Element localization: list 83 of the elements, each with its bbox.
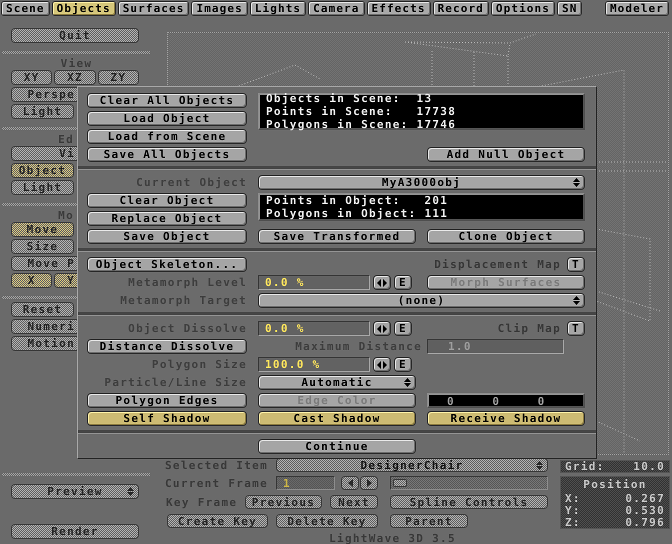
tab[interactable]: Surfaces	[118, 1, 190, 16]
previous-key-button[interactable]: Previous	[245, 495, 322, 509]
texture-button[interactable]: T	[567, 257, 585, 272]
polygon-edges-button[interactable]: Polygon Edges	[87, 393, 247, 408]
value-field[interactable]: 100.0 %	[258, 357, 370, 372]
updown-arrow-icon	[127, 487, 134, 496]
scene-button[interactable]: Load from Scene	[87, 129, 247, 144]
scene-button[interactable]: Save All Objects	[87, 147, 247, 162]
tab[interactable]: Images	[191, 1, 248, 16]
shadow-toggle[interactable]: Receive Shadow	[427, 411, 585, 426]
tab[interactable]: Objects	[52, 1, 116, 16]
right-triangle-icon	[366, 479, 372, 487]
updown-arrow-icon	[536, 461, 543, 470]
sidebar-button[interactable]: Reset	[11, 302, 74, 317]
axis-value: 0.530	[625, 505, 665, 517]
stats-line: Points in Scene: 17738	[266, 105, 458, 118]
save-button[interactable]: Save Transformed	[258, 229, 416, 244]
sidebar-button[interactable]: Quit	[11, 28, 139, 43]
tab[interactable]: Record	[432, 1, 489, 16]
grid-label: Grid:	[565, 461, 605, 472]
tab[interactable]: Effects	[366, 1, 431, 16]
tab[interactable]: Camera	[308, 1, 364, 16]
stepper-button[interactable]	[373, 275, 391, 290]
object-skeleton-button[interactable]: Object Skeleton...	[87, 257, 247, 272]
tab[interactable]: Scene	[1, 1, 50, 16]
add-null-object-button[interactable]: Add Null Object	[427, 147, 585, 162]
shadow-toggle[interactable]: Self Shadow	[87, 411, 247, 426]
metamorph-target-dropdown[interactable]: (none)	[258, 293, 585, 308]
envelope-button[interactable]: E	[394, 357, 412, 372]
scene-button[interactable]: Load Object	[87, 111, 247, 126]
sidebar-button[interactable]: XZ	[54, 70, 96, 85]
stats-line: Polygons in Scene: 17746	[266, 118, 458, 131]
value-field[interactable]: 0.0 %	[258, 321, 370, 336]
grid-value: 10.0	[633, 461, 665, 472]
axis-label: Z:	[565, 517, 581, 529]
object-button[interactable]: Clear Object	[87, 193, 247, 208]
shadow-toggle[interactable]: Cast Shadow	[258, 411, 416, 426]
parent-button[interactable]: Parent	[390, 514, 468, 528]
sidebar-button[interactable]: ZY	[98, 70, 139, 85]
left-right-arrows-icon	[377, 324, 387, 332]
left-triangle-icon	[348, 479, 352, 487]
sidebar-button[interactable]: Light	[11, 180, 74, 195]
previous-frame-button[interactable]	[341, 476, 359, 490]
particle-size-dropdown[interactable]: Automatic	[258, 375, 416, 390]
color-component: 0	[538, 395, 547, 408]
frame-slider[interactable]	[390, 476, 548, 490]
stats-line: Polygons in Object: 111	[266, 207, 450, 220]
distance-dissolve-button[interactable]: Distance Dissolve	[87, 339, 247, 354]
stepper-button[interactable]	[373, 357, 391, 372]
updown-arrow-icon	[573, 178, 580, 187]
texture-button[interactable]: T	[567, 321, 585, 336]
updown-arrow-icon	[573, 296, 580, 305]
axis-label: Y:	[565, 505, 581, 517]
modeler-button[interactable]: Modeler	[604, 1, 669, 16]
axis-value: 0.267	[625, 493, 665, 505]
create-key-button[interactable]: Create Key	[167, 514, 268, 528]
updown-arrow-icon	[404, 378, 411, 387]
axis-label: X:	[565, 493, 581, 505]
axis-value: 0.796	[625, 517, 665, 529]
scene-button[interactable]: Clear All Objects	[87, 93, 247, 108]
color-component: 0	[447, 395, 456, 408]
value-field[interactable]: 0.0 %	[258, 275, 370, 290]
object-button[interactable]: Replace Object	[87, 211, 247, 226]
left-right-arrows-icon	[377, 278, 387, 286]
left-right-arrows-icon	[377, 360, 387, 368]
tab[interactable]: Lights	[250, 1, 306, 16]
stats-line: Points in Object: 201	[266, 194, 450, 207]
current-object-dropdown[interactable]: MyA3000obj	[258, 175, 585, 190]
stats-line: Objects in Scene: 13	[266, 92, 434, 105]
slider-thumb[interactable]	[393, 479, 407, 487]
save-button[interactable]: Clone Object	[427, 229, 585, 244]
tab[interactable]: Options	[490, 1, 555, 16]
save-button[interactable]: Save Object	[87, 229, 247, 244]
position-title: Position	[582, 478, 648, 492]
color-component: 0	[492, 395, 502, 408]
tab[interactable]: SN	[556, 1, 582, 16]
selected-item-dropdown[interactable]: DesignerChair	[276, 458, 548, 472]
continue-button[interactable]: Continue	[258, 439, 416, 454]
stepper-button[interactable]	[373, 321, 391, 336]
sidebar-button[interactable]: Light	[11, 104, 74, 119]
next-frame-button[interactable]	[360, 476, 378, 490]
envelope-button[interactable]: E	[394, 275, 412, 290]
envelope-button[interactable]: E	[394, 321, 412, 336]
